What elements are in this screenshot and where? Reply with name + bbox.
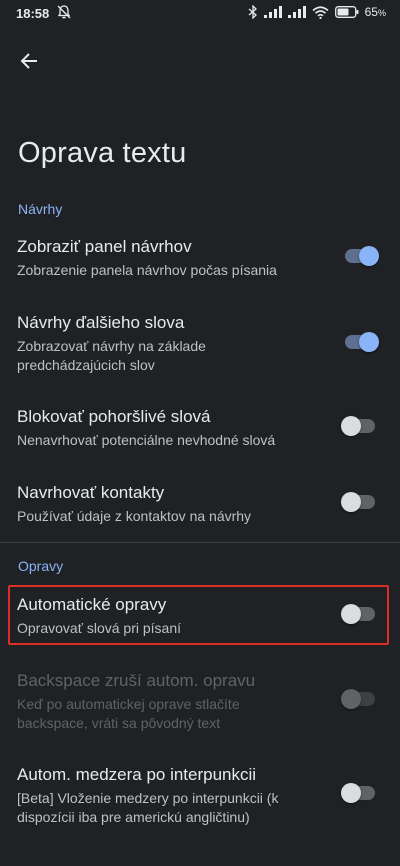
signal-icon <box>263 6 282 18</box>
arrow-left-icon <box>20 53 37 69</box>
setting-subtitle: Používať údaje z kontaktov na návrhy <box>17 508 252 524</box>
section-header-suggestions: Návrhy <box>18 201 63 217</box>
setting-subtitle: Zobrazenie panela návrhov počas písania <box>17 262 277 278</box>
mute-bell-icon <box>57 5 71 19</box>
status-time: 18:58 <box>16 6 50 21</box>
toggle-switch[interactable] <box>341 602 377 626</box>
toggle-switch[interactable] <box>341 490 377 514</box>
bluetooth-icon <box>248 5 257 19</box>
status-bar: 18:58 65% <box>0 0 400 28</box>
setting-title: Blokovať pohoršlivé slová <box>17 407 211 426</box>
setting-title: Automatické opravy <box>17 595 167 614</box>
wifi-icon <box>312 5 329 19</box>
battery-icon <box>334 6 359 18</box>
setting-subtitle: [Beta] Vloženie medzery po interpunkcii … <box>17 790 279 825</box>
setting-title: Navrhovať kontakty <box>17 483 165 502</box>
page-title: Oprava textu <box>18 137 187 169</box>
battery-percent: 65 <box>364 5 378 19</box>
toggle-switch[interactable] <box>341 414 377 438</box>
toggle-switch[interactable] <box>345 330 379 354</box>
setting-subtitle: Keď po automatickej oprave stlačíte back… <box>17 696 240 731</box>
battery-percent-suffix: % <box>377 8 386 18</box>
section-header-corrections: Opravy <box>18 558 64 574</box>
setting-subtitle: Opravovať slová pri písaní <box>17 620 181 636</box>
setting-subtitle: Nenavrhovať potenciálne nevhodné slová <box>17 432 276 448</box>
status-icons: 65% <box>248 5 386 19</box>
setting-title: Autom. medzera po interpunkcii <box>17 765 257 784</box>
section-divider <box>0 542 400 543</box>
toggle-switch[interactable] <box>341 781 377 805</box>
setting-title: Návrhy ďalšieho slova <box>17 313 185 332</box>
toggle-switch <box>341 687 377 711</box>
back-button[interactable] <box>14 46 44 76</box>
toggle-switch[interactable] <box>345 244 379 268</box>
setting-title: Backspace zruší autom. opravu <box>17 671 256 690</box>
setting-subtitle: Zobrazovať návrhy na základe predchádzaj… <box>17 338 206 373</box>
setting-title: Zobraziť panel návrhov <box>17 237 192 256</box>
signal-icon <box>287 6 306 18</box>
